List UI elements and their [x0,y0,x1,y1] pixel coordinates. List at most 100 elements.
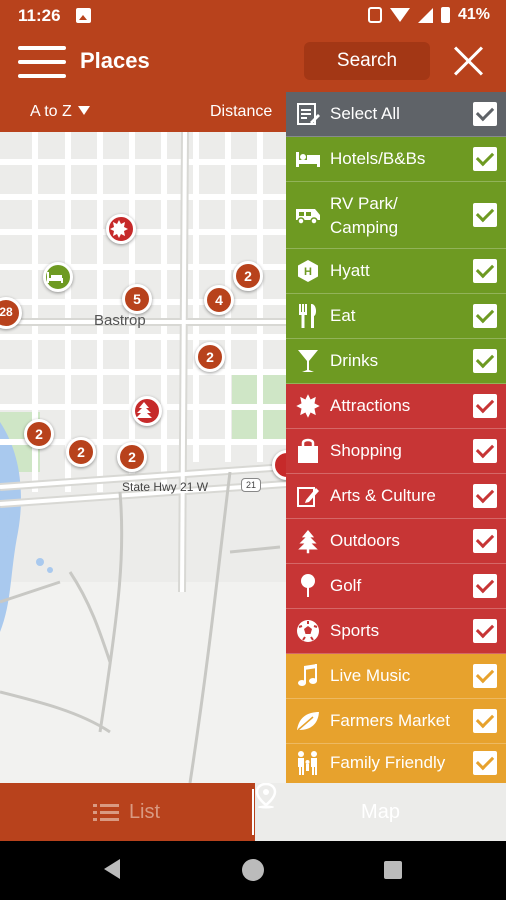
filter-label: Outdoors [330,531,400,550]
filter-label: Select All [330,104,400,123]
checkbox-checked[interactable] [473,751,497,775]
checkbox-checked[interactable] [473,304,497,328]
checkbox-checked[interactable] [473,203,497,227]
tree-icon [295,528,321,554]
battery-percent: 41% [457,6,490,23]
wifi-icon [389,8,410,22]
checkbox-checked[interactable] [473,102,497,126]
checkbox-checked[interactable] [473,529,497,553]
filter-shopping[interactable]: Shopping [286,429,506,474]
filter-label: Shopping [330,441,402,460]
status-bar: 11:26 41% [0,0,506,32]
filter-arts-culture[interactable]: Arts & Culture [286,474,506,519]
music-note-icon [295,663,321,689]
tree-icon [136,402,152,418]
bed-icon [295,146,321,172]
attraction-map-pin[interactable] [106,214,136,244]
rv-icon [295,202,321,228]
leaf-icon [295,708,321,734]
checkbox-checked[interactable] [473,259,497,283]
close-icon[interactable] [452,44,486,78]
filter-live-music[interactable]: Live Music [286,654,506,699]
sort-distance-label: Distance [210,103,273,120]
road-label: State Hwy 21 W [122,480,209,494]
checkbox-checked[interactable] [473,574,497,598]
filter-drinks[interactable]: Drinks [286,339,506,384]
hexagon-icon: H [295,258,321,284]
starburst-icon [295,393,321,419]
checkbox-checked[interactable] [473,147,497,171]
checkbox-checked[interactable] [473,484,497,508]
status-time: 11:26 [18,6,61,25]
map-cluster-pin[interactable]: 4 [204,285,234,315]
filter-label: Live Music [330,666,411,685]
category-filter-panel: Select All Hotels/B&Bs RV Park/ Camping … [286,92,506,783]
recents-icon[interactable] [384,861,402,879]
filter-farmers-market[interactable]: Farmers Market [286,699,506,744]
checkbox-checked[interactable] [473,349,497,373]
route-shield: 21 [241,478,261,492]
filter-label: RV Park/ Camping [330,194,399,237]
filter-family-friendly[interactable]: Family Friendly [286,744,506,783]
tab-divider [252,789,254,835]
map-cluster-pin[interactable]: 2 [233,261,263,291]
map-cluster-pin[interactable]: 2 [117,442,147,472]
filter-hyatt[interactable]: H Hyatt [286,249,506,294]
back-icon[interactable] [104,859,120,879]
family-icon [295,750,321,776]
filter-golf[interactable]: Golf [286,564,506,609]
checkbox-checked[interactable] [473,394,497,418]
soccer-ball-icon [295,618,321,644]
sort-a-to-z-label: A to Z [30,103,72,120]
signal-icon [417,7,433,23]
tab-list-label: List [128,800,161,823]
checkbox-checked[interactable] [473,439,497,463]
sort-distance[interactable]: Distance [210,103,272,121]
map-cluster-pin[interactable]: 2 [24,419,54,449]
page-title: Places [80,48,150,73]
checkbox-checked[interactable] [473,664,497,688]
filter-label: Hotels/B&Bs [330,149,426,168]
filter-attractions[interactable]: Attractions [286,384,506,429]
tab-map[interactable]: Map [255,783,506,841]
filter-label: Hyatt [330,261,370,280]
town-label: Bastrop [94,312,146,329]
map-marker-icon [255,783,277,809]
battery-icon [440,7,450,23]
filter-label: Attractions [330,396,411,415]
outdoors-map-pin[interactable] [132,396,162,426]
filter-select-all[interactable]: Select All [286,92,506,137]
checkbox-checked[interactable] [473,619,497,643]
filter-label: Sports [330,621,380,640]
tab-map-label: Map [361,800,400,823]
filter-eat[interactable]: Eat [286,294,506,339]
sort-a-to-z[interactable]: A to Z [30,103,90,121]
filter-label: Eat [330,306,356,325]
edit-list-icon [295,101,321,127]
utensils-icon [295,303,321,329]
cocktail-icon [295,348,321,374]
search-button[interactable]: Search [304,42,430,80]
menu-icon[interactable] [18,44,66,80]
map-cluster-pin[interactable]: 2 [195,342,225,372]
map-cluster-pin[interactable]: 2 [66,437,96,467]
filter-label: Golf [330,576,362,595]
tab-list[interactable]: List [0,783,253,841]
filter-sports[interactable]: Sports [286,609,506,654]
filter-label: Drinks [330,351,379,370]
checkbox-checked[interactable] [473,709,497,733]
list-icon [92,802,119,822]
starburst-icon [110,220,128,238]
filter-rv-camping[interactable]: RV Park/ Camping [286,182,506,249]
dropdown-arrow-icon [77,106,90,115]
shopping-bag-icon [295,438,321,464]
hotel-map-pin[interactable] [43,262,73,292]
filter-label: Arts & Culture [330,486,436,505]
home-icon[interactable] [242,859,264,881]
filter-outdoors[interactable]: Outdoors [286,519,506,564]
system-nav-bar [0,841,506,900]
map-cluster-pin[interactable]: 5 [122,284,152,314]
filter-hotels[interactable]: Hotels/B&Bs [286,137,506,182]
filter-label: Farmers Market [330,711,450,730]
svg-text:H: H [304,266,312,278]
